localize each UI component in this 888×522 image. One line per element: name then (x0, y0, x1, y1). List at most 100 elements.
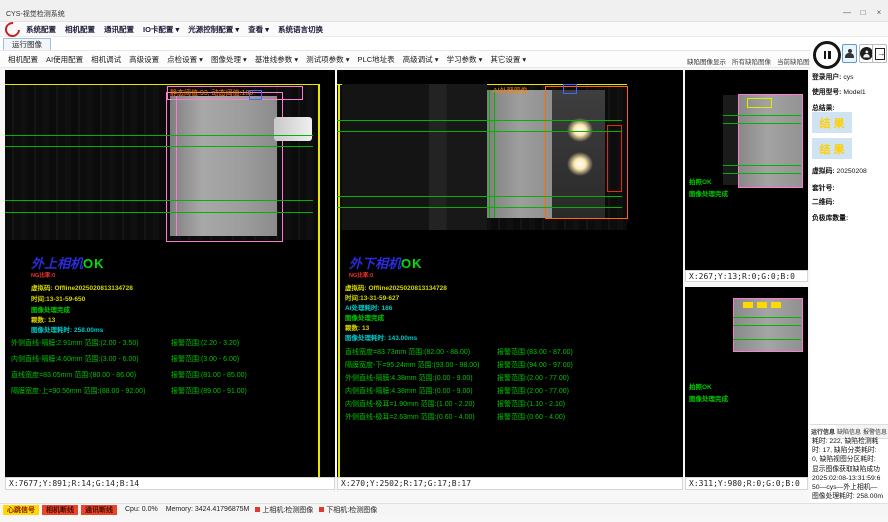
threshold-label: 静态阈值:93, 动态阈值:100 (170, 88, 253, 98)
tool-camera-config[interactable]: 相机配置 (8, 54, 38, 65)
heartbeat-badge: 心跳信号 (3, 505, 39, 515)
menu-camera-config[interactable]: 相机配置 (65, 24, 95, 35)
alarm-range: 报警范围:(2.00 - 77.00) (497, 386, 569, 396)
right-sidebar: → 登录用户: cys 使用型号: Model1 总结果: 结果 结果 虚拟码:… (810, 38, 888, 503)
measurement-row: 直线宽度=83.05mm 范围:(80.00 - 86.00) 报警范围:(81… (11, 370, 331, 380)
logout-button[interactable]: → (872, 44, 887, 63)
measure-line (723, 123, 801, 124)
window-title: CYS-视觉检测系统 (6, 9, 65, 19)
measurement-row: 内侧直线-隔膜:4.38mm 范围:(0.00 - 9.00) 报警范围:(2.… (345, 386, 675, 396)
minimize-button[interactable]: — (840, 6, 854, 19)
lower-camera-status-text: 下相机:检测图像 (326, 505, 377, 515)
tool-learning-params[interactable]: 学习参数 ▾ (446, 54, 482, 65)
lower-camera-coords: X:270;Y:2502;R:17;G:17;B:17 (337, 477, 683, 490)
lower-camera-view[interactable]: AI处理图像 外下相机OK NG比率:0 虚拟码: Offline2025020… (337, 70, 683, 477)
menu-system-config[interactable]: 系统配置 (26, 24, 56, 35)
model-row: 使用型号: Model1 (812, 86, 866, 96)
elapsed-line: 图像处理耗时: 258.00ms (31, 324, 103, 334)
measure-line (733, 325, 801, 326)
cell-body-image (487, 90, 552, 218)
measure-line (337, 207, 622, 208)
upper-camera-view[interactable]: 静态阈值:93, 动态阈值:100 外上相机OK NG比率:0 虚拟码: Off… (5, 70, 335, 477)
virtual-code-label: 虚拟码: (812, 168, 835, 175)
tool-test-params[interactable]: 测试项参数 ▾ (306, 54, 349, 65)
measure-line (337, 196, 622, 197)
count-line: 颗数: 13 (31, 314, 55, 324)
tool-advanced-debug[interactable]: 高级调试 ▾ (403, 54, 439, 65)
ng-ratio-label: NG比率:0 (31, 271, 55, 279)
needle-row: 套针号: (812, 182, 835, 192)
virtual-code-line: 虚拟码: Offline2025020813134728 (345, 282, 447, 292)
mini-status-line: 拍照OK (689, 381, 712, 391)
stock-count-label: 负极库数量: (812, 215, 848, 222)
alarm-range: 报警范围:(81.00 - 85.00) (171, 370, 247, 380)
virtual-code-row: 虚拟码: 20250208 (812, 165, 867, 175)
virtual-code-line: 虚拟码: Offline2025020813134728 (31, 282, 133, 292)
mini-view-1-coords: X:267;Y:13;R:0;G:0;B:0 (685, 270, 808, 282)
close-button[interactable]: × (872, 6, 886, 19)
roi-red-box (607, 125, 622, 192)
window-controls: — □ × (840, 6, 886, 19)
cpu-usage-text: Cpu: 0.0% (125, 506, 158, 513)
mini-status-line: 图像处理完成 (689, 188, 728, 198)
tool-ai-use-config[interactable]: AI使用配置 (46, 54, 83, 65)
logout-icon: → (875, 48, 885, 60)
qr-code-row: 二维码: (812, 196, 835, 206)
menu-language-switch[interactable]: 系统语言切换 (278, 24, 323, 35)
tool-advanced-settings[interactable]: 高级设置 (129, 54, 159, 65)
measure-line (337, 120, 622, 121)
defect-mini-view-2[interactable]: 拍照OK 图像处理完成 (685, 287, 808, 477)
measurement-row: 内侧直线-极耳=1.90mm 范围:(1.00 - 2.20) 报警范围:(1.… (345, 399, 675, 409)
measurement-row: 外侧直线-隔膜:2.91mm 范围:(2.00 - 3.50) 报警范围:(2.… (11, 338, 331, 348)
mini-status-line: 拍照OK (689, 176, 712, 186)
maximize-button[interactable]: □ (856, 6, 870, 19)
menu-io-config[interactable]: IO卡配置 ▾ (143, 24, 179, 35)
pause-icon (824, 51, 827, 59)
upper-camera-coords: X:7677;Y:891;R:14;G:14;B:14 (5, 477, 335, 490)
menu-view[interactable]: 查看 ▾ (248, 24, 269, 35)
measure-text: 内侧直线-极耳=1.90mm 范围:(1.00 - 2.20) (345, 401, 475, 408)
defect-option-all[interactable]: 所有缺陷图像 (732, 56, 771, 66)
tabstrip: 运行图像 (0, 37, 888, 51)
process-done-line: 图像处理完成 (345, 312, 384, 322)
measurement-row: 隔膜宽度-下=95.24mm 范围:(93.00 - 98.00) 报警范围:(… (345, 360, 675, 370)
measure-text: 外侧直线-隔膜:2.91mm 范围:(2.00 - 3.50) (11, 340, 139, 347)
tool-image-processing[interactable]: 图像处理 ▾ (211, 54, 247, 65)
defect-bar-label: 缺陷图像显示 (687, 56, 726, 66)
tool-plc-address-table[interactable]: PLC地址表 (358, 54, 395, 65)
measure-text: 隔膜宽度-下=95.24mm 范围:(93.00 - 98.00) (345, 362, 479, 369)
ai-image-label: AI处理图像 (493, 86, 528, 96)
tool-baseline-params[interactable]: 基准线参数 ▾ (255, 54, 298, 65)
defect-mini-view-1[interactable]: 拍照OK 图像处理完成 (685, 70, 808, 270)
count-line: 颗数: 13 (345, 322, 369, 332)
pause-button[interactable] (813, 41, 841, 69)
camera-offline-badge: 相机断线 (42, 505, 78, 515)
login-user-value: cys (843, 74, 853, 81)
tool-other-settings[interactable]: 其它设置 ▾ (490, 54, 526, 65)
alarm-range: 报警范围:(3.00 - 6.00) (171, 354, 239, 364)
menu-comm-config[interactable]: 通讯配置 (104, 24, 134, 35)
tool-spot-check[interactable]: 点检设置 ▾ (167, 54, 203, 65)
mini-view-2-coords: X:311;Y:980;R:0;G:0;B:0 (685, 477, 808, 490)
measure-line (733, 339, 801, 340)
measure-line (723, 173, 801, 174)
measure-line (5, 146, 313, 147)
roi-blue-box (249, 90, 262, 100)
tool-camera-debug[interactable]: 相机调试 (91, 54, 121, 65)
measurement-row: 外侧直线-隔膜:4.38mm 范围:(0.00 - 9.00) 报警范围:(2.… (345, 373, 675, 383)
comm-offline-badge: 通讯断线 (81, 505, 117, 515)
measure-text: 直线宽度=83.05mm 范围:(80.00 - 86.00) (11, 372, 136, 379)
tab-run-image[interactable]: 运行图像 (3, 38, 51, 50)
measure-line (5, 200, 313, 201)
user-button[interactable] (842, 44, 857, 63)
qr-code-label: 二维码: (812, 199, 835, 206)
stock-count-row: 负极库数量: (812, 212, 848, 222)
threshold-box: 静态阈值:93, 动态阈值:100 (167, 86, 303, 100)
measurement-row: 直线宽度=83.73mm 范围:(82.00 - 88.00) 报警范围:(83… (345, 347, 675, 357)
camera-ok-status: OK (83, 256, 105, 271)
mini-status-line: 图像处理完成 (689, 393, 728, 403)
alarm-range: 报警范围:(83.00 - 87.00) (497, 347, 573, 357)
measure-line (5, 135, 313, 136)
measure-line (723, 165, 801, 166)
menu-light-config[interactable]: 光源控制配置 ▾ (188, 24, 239, 35)
